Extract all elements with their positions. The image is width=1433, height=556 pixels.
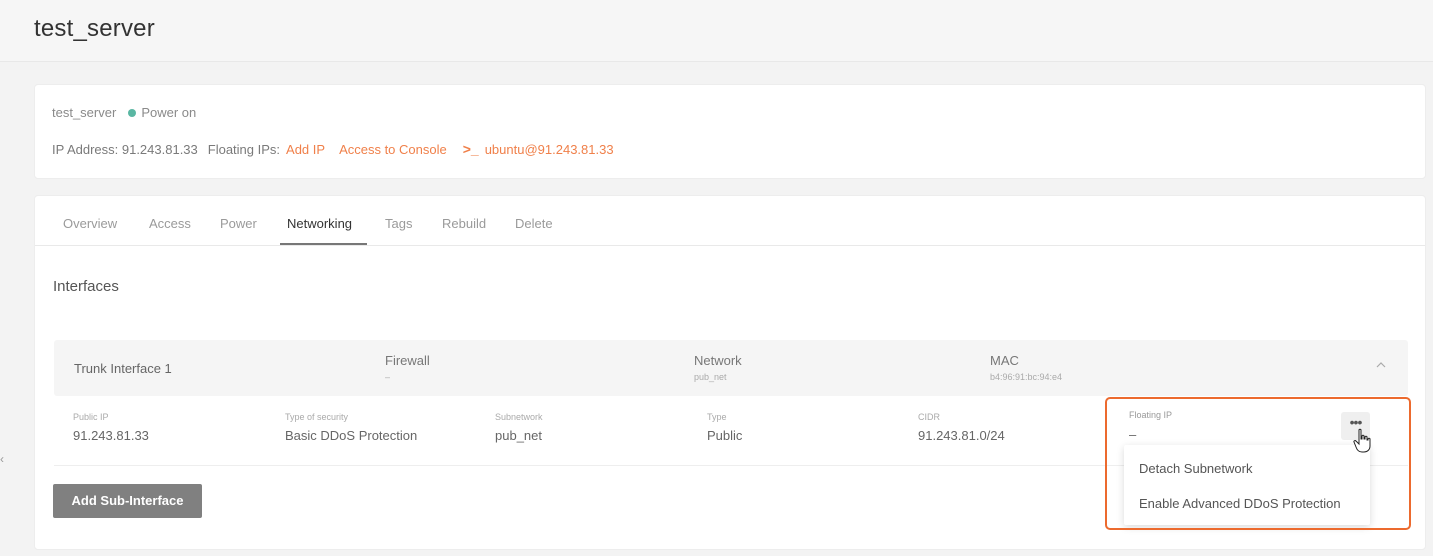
interfaces-heading: Interfaces — [53, 278, 119, 295]
tab-access[interactable]: Access — [149, 216, 191, 231]
cidr-value: 91.243.81.0/24 — [918, 428, 1005, 443]
subnetwork-value: pub_net — [495, 428, 542, 443]
network-value: pub_net — [694, 372, 727, 382]
mac-title: MAC — [990, 353, 1019, 368]
tab-rebuild[interactable]: Rebuild — [442, 216, 486, 231]
terminal-icon: >_ — [462, 141, 479, 157]
page-title: test_server — [34, 15, 155, 42]
subnetwork-label: Subnetwork — [495, 412, 543, 422]
active-tab-indicator — [280, 243, 367, 245]
type-label: Type — [707, 412, 727, 422]
security-type-label: Type of security — [285, 412, 349, 422]
interface-name: Trunk Interface 1 — [74, 361, 172, 376]
tab-bar: Overview Access Power Networking Tags Re… — [35, 196, 1425, 246]
security-type-value: Basic DDoS Protection — [285, 428, 418, 443]
tab-delete[interactable]: Delete — [515, 216, 553, 231]
power-status: Power on — [141, 105, 197, 120]
highlight-annotation — [1105, 397, 1411, 530]
public-ip-label: Public IP — [73, 412, 109, 422]
chevron-up-icon[interactable] — [1376, 360, 1386, 370]
firewall-title: Firewall — [385, 353, 430, 368]
type-value: Public — [707, 428, 743, 443]
network-title: Network — [694, 353, 742, 368]
page-header: test_server — [0, 0, 1433, 62]
interface-header[interactable]: Trunk Interface 1 Firewall – Network pub… — [54, 340, 1408, 396]
tab-overview[interactable]: Overview — [63, 216, 117, 231]
cidr-label: CIDR — [918, 412, 940, 422]
tab-networking[interactable]: Networking — [287, 216, 352, 231]
server-ip-row: IP Address: 91.243.81.33 Floating IPs: A… — [52, 141, 614, 157]
ssh-user-link[interactable]: ubuntu@91.243.81.33 — [485, 142, 614, 157]
tab-power[interactable]: Power — [220, 216, 257, 231]
server-status-row: test_server Power on — [52, 105, 196, 120]
status-dot-icon — [128, 108, 137, 117]
ip-address-label: IP Address: 91.243.81.33 — [52, 141, 198, 157]
server-summary-card: test_server Power on IP Address: 91.243.… — [34, 84, 1426, 179]
access-console-link[interactable]: Access to Console — [339, 142, 447, 157]
add-sub-interface-button[interactable]: Add Sub-Interface — [53, 484, 202, 518]
firewall-value: – — [385, 372, 391, 382]
floating-ips-label: Floating IPs: — [207, 141, 281, 157]
server-name: test_server — [52, 105, 117, 120]
tab-tags[interactable]: Tags — [385, 216, 412, 231]
collapse-sidebar-icon[interactable]: ‹ — [0, 452, 4, 466]
public-ip-value: 91.243.81.33 — [73, 428, 149, 443]
add-ip-link[interactable]: Add IP — [286, 142, 325, 157]
mac-value: b4:96:91:bc:94:e4 — [990, 372, 1063, 382]
